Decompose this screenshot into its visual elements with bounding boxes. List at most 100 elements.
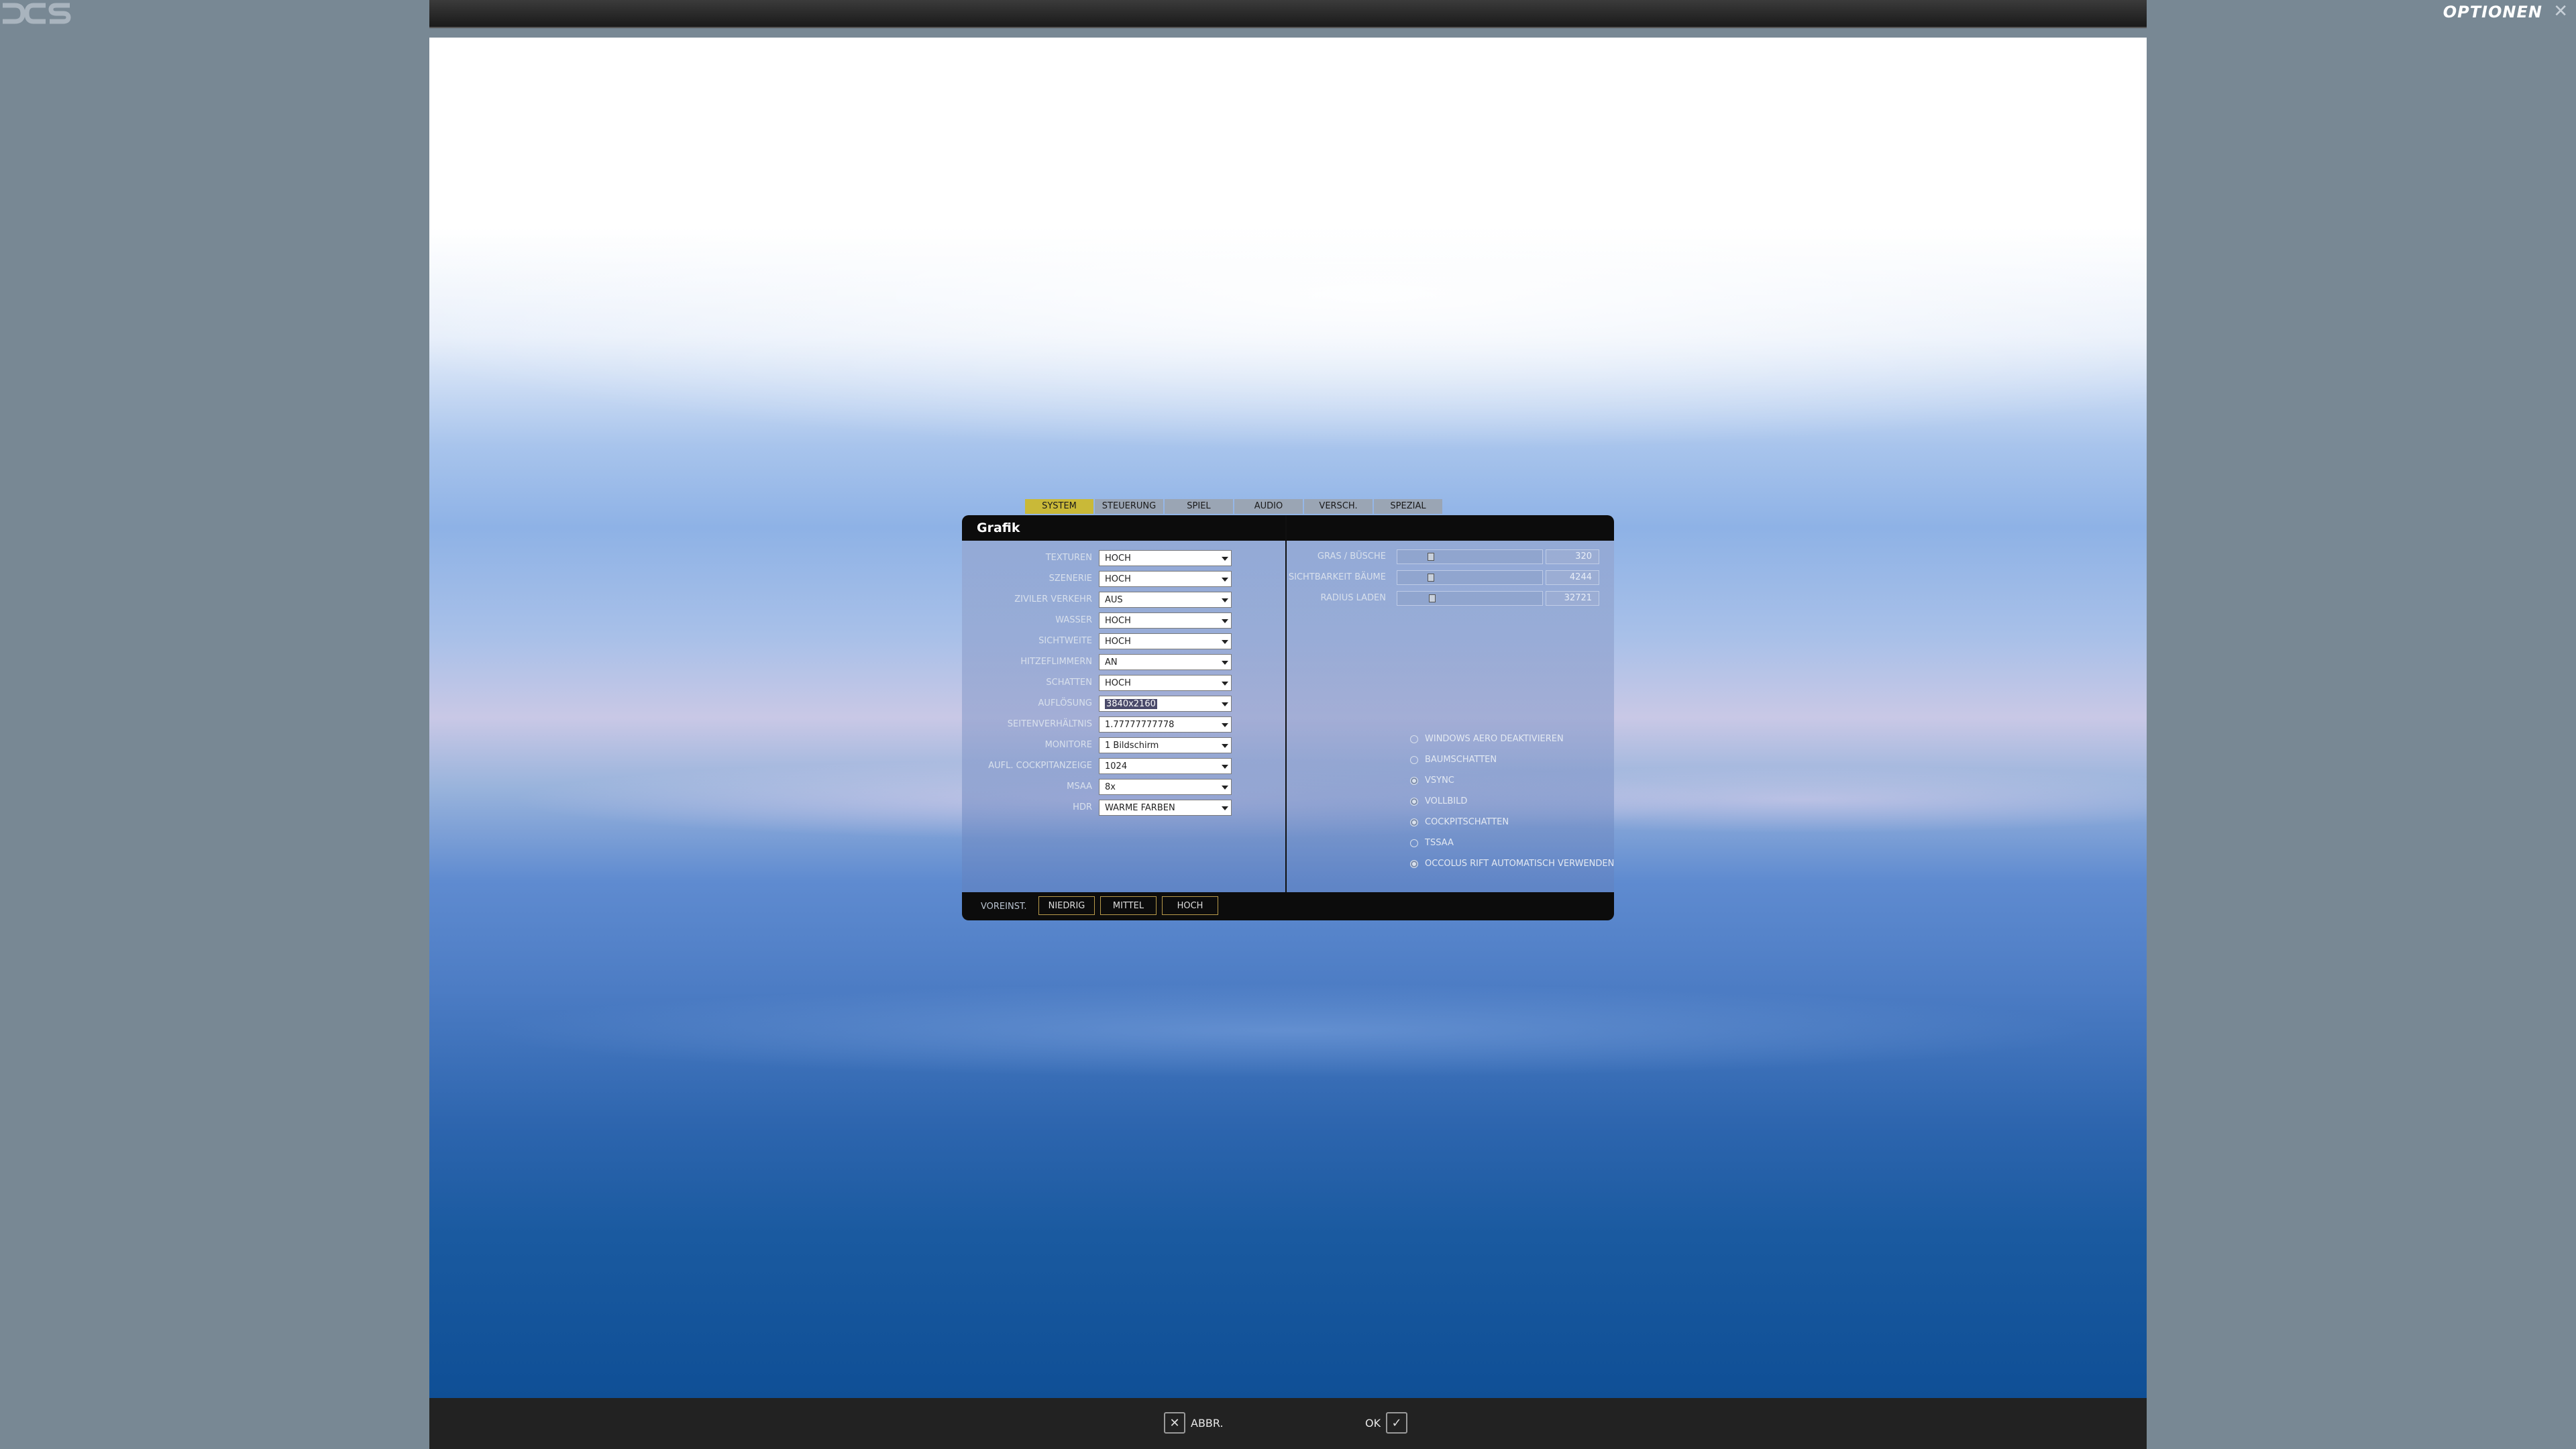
- setting-value: 3840x2160: [1105, 699, 1157, 709]
- slider-handle[interactable]: [1428, 574, 1434, 582]
- preset-medium-button[interactable]: MITTEL: [1100, 896, 1157, 915]
- setting-row: AUFL. COCKPITANZEIGE 1024: [962, 758, 1237, 774]
- setting-dropdown[interactable]: AUS: [1099, 592, 1232, 608]
- setting-row: SICHTWEITE HOCH: [962, 633, 1237, 649]
- close-icon: ✕: [1164, 1412, 1185, 1434]
- chevron-down-icon: [1222, 765, 1228, 769]
- slider-handle[interactable]: [1429, 594, 1436, 602]
- slider-value[interactable]: 320: [1546, 549, 1599, 564]
- setting-value: HOCH: [1105, 616, 1131, 626]
- checkmark-icon: ✓: [1386, 1412, 1408, 1434]
- setting-dropdown[interactable]: 3840x2160: [1099, 696, 1232, 712]
- setting-row: TEXTUREN HOCH: [962, 550, 1237, 566]
- setting-label: ZIVILER VERKEHR: [1014, 594, 1092, 604]
- checkbox-label: WINDOWS AERO DEAKTIVIEREN: [1425, 734, 1564, 744]
- setting-dropdown[interactable]: HOCH: [1099, 550, 1232, 566]
- setting-row: HDR WARME FARBEN: [962, 800, 1237, 816]
- checkbox[interactable]: [1410, 777, 1418, 785]
- slider-track[interactable]: [1397, 570, 1543, 585]
- tab-system[interactable]: SYSTEM: [1025, 499, 1093, 514]
- setting-row: MSAA 8x: [962, 779, 1237, 795]
- checkbox-label: COCKPITSCHATTEN: [1425, 817, 1509, 827]
- setting-dropdown[interactable]: 1.77777777778: [1099, 716, 1232, 733]
- checkbox[interactable]: [1410, 860, 1418, 868]
- ok-label: OK: [1365, 1416, 1381, 1430]
- chevron-down-icon: [1222, 557, 1228, 561]
- setting-dropdown[interactable]: 1 Bildschirm: [1099, 737, 1232, 753]
- setting-label: SICHTWEITE: [1038, 636, 1092, 646]
- setting-dropdown[interactable]: HOCH: [1099, 675, 1232, 691]
- checkbox[interactable]: [1410, 798, 1418, 806]
- cancel-button[interactable]: ✕ ABBR.: [1164, 1411, 1224, 1434]
- setting-label: AUFLÖSUNG: [1038, 698, 1092, 708]
- preset-low-button[interactable]: NIEDRIG: [1038, 896, 1095, 915]
- checkbox[interactable]: [1410, 756, 1418, 764]
- tab-spezial[interactable]: SPEZIAL: [1374, 499, 1442, 514]
- graphics-dialog: Grafik TEXTUREN HOCH SZENERIE HOCH ZIVILER V…: [962, 515, 1614, 920]
- setting-value: HOCH: [1105, 574, 1131, 584]
- chevron-down-icon: [1222, 786, 1228, 790]
- checkbox-label: VOLLBILD: [1425, 796, 1468, 806]
- dialog-title: Grafik: [977, 521, 1020, 535]
- setting-value: HOCH: [1105, 553, 1131, 564]
- setting-label: MSAA: [1067, 782, 1092, 792]
- close-icon[interactable]: ✕: [2553, 1, 2568, 21]
- slider-label: RADIUS LADEN: [1320, 593, 1386, 603]
- checkbox[interactable]: [1410, 735, 1418, 743]
- chevron-down-icon: [1222, 702, 1228, 706]
- setting-row: HITZEFLIMMERN AN: [962, 654, 1237, 670]
- setting-label: SCHATTEN: [1046, 678, 1092, 688]
- setting-row: ZIVILER VERKEHR AUS: [962, 592, 1237, 608]
- setting-dropdown[interactable]: 1024: [1099, 758, 1232, 774]
- setting-value: AUS: [1105, 595, 1123, 605]
- setting-value: AN: [1105, 657, 1118, 667]
- slider-track[interactable]: [1397, 591, 1543, 606]
- setting-row: WASSER HOCH: [962, 612, 1237, 629]
- chevron-down-icon: [1222, 578, 1228, 582]
- checkbox-row[interactable]: VOLLBILD: [1410, 794, 1614, 810]
- chevron-down-icon: [1222, 806, 1228, 810]
- slider-value[interactable]: 4244: [1546, 570, 1599, 585]
- checkbox-row[interactable]: TSSAA: [1410, 835, 1614, 851]
- setting-value: 1 Bildschirm: [1105, 741, 1159, 751]
- ok-button[interactable]: OK ✓: [1365, 1411, 1408, 1434]
- checkbox-row[interactable]: WINDOWS AERO DEAKTIVIEREN: [1410, 731, 1614, 747]
- checkbox[interactable]: [1410, 839, 1418, 847]
- setting-label: SZENERIE: [1049, 574, 1092, 584]
- tab-spiel[interactable]: SPIEL: [1165, 499, 1233, 514]
- slider-row: GRAS / BÜSCHE 320: [1287, 548, 1614, 566]
- checkbox[interactable]: [1410, 818, 1418, 826]
- checkbox-row[interactable]: OCCOLUS RIFT AUTOMATISCH VERWENDEN: [1410, 856, 1614, 872]
- setting-dropdown[interactable]: HOCH: [1099, 612, 1232, 629]
- setting-dropdown[interactable]: HOCH: [1099, 571, 1232, 587]
- checkbox-row[interactable]: COCKPITSCHATTEN: [1410, 814, 1614, 830]
- slider-row: RADIUS LADEN 32721: [1287, 590, 1614, 607]
- preset-high-button[interactable]: HOCH: [1162, 896, 1218, 915]
- app-title: OPTIONEN: [2443, 3, 2542, 21]
- slider-value[interactable]: 32721: [1546, 591, 1599, 606]
- setting-label: TEXTUREN: [1045, 553, 1092, 563]
- checkbox-row[interactable]: VSYNC: [1410, 773, 1614, 789]
- setting-dropdown[interactable]: HOCH: [1099, 633, 1232, 649]
- slider-track[interactable]: [1397, 549, 1543, 564]
- setting-dropdown[interactable]: AN: [1099, 654, 1232, 670]
- setting-dropdown[interactable]: WARME FARBEN: [1099, 800, 1232, 816]
- setting-row: SZENERIE HOCH: [962, 571, 1237, 587]
- setting-value: 1.77777777778: [1105, 720, 1175, 730]
- dialog-header: Grafik: [962, 515, 1614, 541]
- setting-row: SEITENVERHÄLTNIS 1.77777777778: [962, 716, 1237, 733]
- setting-label: HDR: [1073, 802, 1092, 812]
- setting-label: WASSER: [1055, 615, 1092, 625]
- checkbox-label: OCCOLUS RIFT AUTOMATISCH VERWENDEN: [1425, 859, 1614, 869]
- setting-label: MONITORE: [1044, 740, 1092, 750]
- top-bar: [429, 0, 2147, 28]
- slider-label: SICHTBARKEIT BÄUME: [1288, 572, 1386, 582]
- tab-audio[interactable]: AUDIO: [1234, 499, 1303, 514]
- setting-dropdown[interactable]: 8x: [1099, 779, 1232, 795]
- checkbox-row[interactable]: BAUMSCHATTEN: [1410, 752, 1614, 768]
- tab-versch[interactable]: VERSCH.: [1304, 499, 1373, 514]
- tab-steuerung[interactable]: STEUERUNG: [1095, 499, 1163, 514]
- setting-label: SEITENVERHÄLTNIS: [1007, 719, 1092, 729]
- chevron-down-icon: [1222, 744, 1228, 748]
- slider-handle[interactable]: [1428, 553, 1434, 561]
